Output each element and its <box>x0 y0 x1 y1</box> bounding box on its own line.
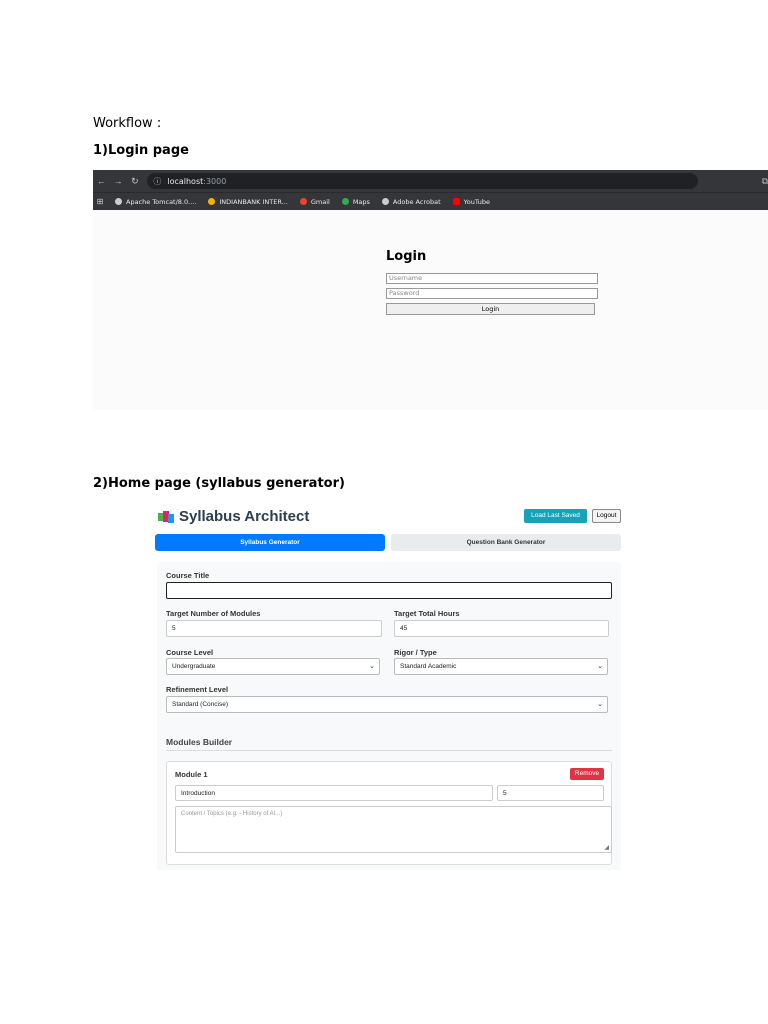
bookmark-youtube[interactable]: YouTube <box>452 198 490 206</box>
rigor-select[interactable]: Standard Academic ⌄ <box>394 658 608 675</box>
bookmark-tomcat[interactable]: Apache Tomcat/8.0.... <box>115 198 196 206</box>
home-page-heading: 2)Home page (syllabus generator) <box>93 476 345 491</box>
hours-input[interactable]: 45 <box>394 620 609 637</box>
login-button[interactable]: Login <box>386 303 595 315</box>
browser-toolbar: ← → ↻ ⓘ localhost:3000 ⧉ <box>93 170 768 192</box>
login-page: Login Username Password Login <box>93 210 768 410</box>
globe-icon <box>381 198 389 205</box>
modules-label: Target Number of Modules <box>166 609 261 618</box>
cast-icon[interactable]: ⧉ <box>762 176 768 187</box>
maps-icon <box>341 198 349 205</box>
login-screenshot: ← → ↻ ⓘ localhost:3000 ⧉ ⊞ Apache Tomcat… <box>93 170 768 410</box>
refinement-select[interactable]: Standard (Concise) ⌄ <box>166 696 608 713</box>
address-bar[interactable]: ⓘ localhost:3000 <box>147 173 698 189</box>
site-info-icon[interactable]: ⓘ <box>153 176 161 187</box>
apps-grid-icon[interactable]: ⊞ <box>93 197 107 206</box>
bookmark-maps[interactable]: Maps <box>341 198 370 206</box>
bookmark-gmail[interactable]: Gmail <box>299 198 330 206</box>
chevron-down-icon: ⌄ <box>597 701 603 708</box>
module-card: Module 1 Remove Introduction 5 Content /… <box>166 761 612 865</box>
hours-label: Target Total Hours <box>394 609 460 618</box>
rigor-label: Rigor / Type <box>394 648 437 657</box>
url-text: localhost:3000 <box>167 176 227 186</box>
password-input[interactable]: Password <box>386 288 598 299</box>
load-last-saved-button[interactable]: Load Last Saved <box>524 509 587 523</box>
forward-icon[interactable]: → <box>110 176 127 186</box>
module-topic-input[interactable]: Introduction <box>175 785 493 801</box>
reload-icon[interactable]: ↻ <box>127 176 144 187</box>
bookmark-adobe[interactable]: Adobe Acrobat <box>381 198 441 206</box>
syllabus-screenshot: Syllabus Architect Load Last Saved Logou… <box>155 500 625 870</box>
modules-builder-title: Modules Builder <box>166 737 233 747</box>
logout-button[interactable]: Logout <box>592 509 621 523</box>
remove-module-button[interactable]: Remove <box>570 768 604 780</box>
modules-input[interactable]: 5 <box>166 620 382 637</box>
login-page-heading: 1)Login page <box>93 143 189 158</box>
course-title-input[interactable] <box>166 582 612 599</box>
course-level-label: Course Level <box>166 648 214 657</box>
back-icon[interactable]: ← <box>93 176 110 186</box>
chevron-down-icon: ⌄ <box>597 663 603 670</box>
divider <box>166 750 612 751</box>
workflow-label: Workflow : <box>93 116 162 131</box>
refinement-label: Refinement Level <box>166 685 229 694</box>
youtube-icon <box>452 198 460 205</box>
module-hours-input[interactable]: 5 <box>497 785 604 801</box>
username-input[interactable]: Username <box>386 273 598 284</box>
globe-icon <box>115 198 122 205</box>
course-level-select[interactable]: Undergraduate ⌄ <box>166 658 380 675</box>
bank-icon <box>208 198 216 205</box>
books-icon <box>158 510 174 524</box>
tab-syllabus-generator[interactable]: Syllabus Generator <box>155 534 385 551</box>
module-name: Module 1 <box>175 770 208 779</box>
tab-question-bank-generator[interactable]: Question Bank Generator <box>391 534 621 551</box>
syllabus-form: Course Title Target Number of Modules 5 … <box>157 562 621 870</box>
chevron-down-icon: ⌄ <box>369 663 375 670</box>
module-content-textarea[interactable]: Content / Topics (e.g. - History of AI..… <box>175 806 612 853</box>
course-title-label: Course Title <box>166 571 210 580</box>
app-title: Syllabus Architect <box>179 508 310 525</box>
resize-handle-icon[interactable]: ◢ <box>604 844 609 851</box>
gmail-icon <box>299 198 307 205</box>
login-title: Login <box>386 249 427 264</box>
bookmarks-bar: ⊞ Apache Tomcat/8.0.... INDIANBANK INTER… <box>93 192 768 210</box>
bookmark-indianbank[interactable]: INDIANBANK INTER... <box>208 198 288 206</box>
